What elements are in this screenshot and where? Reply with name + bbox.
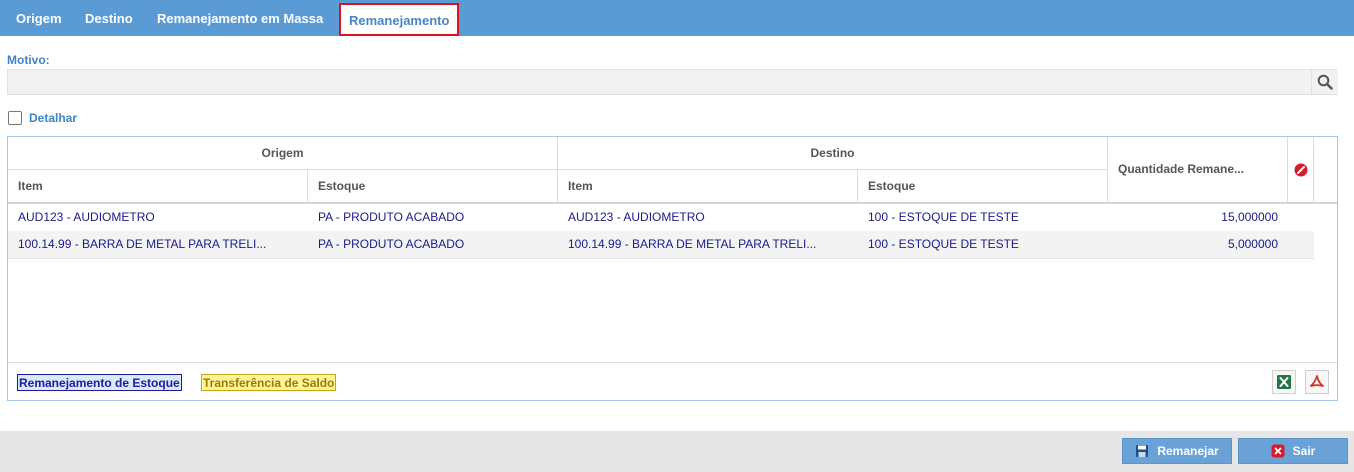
cell-quantidade: 5,000000 (1227, 237, 1278, 251)
column-origem-estoque[interactable]: Estoque (308, 170, 557, 202)
cell-destino-item: 100.14.99 - BARRA DE METAL PARA TRELI... (568, 237, 817, 251)
cell-destino-item: AUD123 - AUDIOMETRO (568, 210, 705, 224)
tab-destino[interactable]: Destino (85, 0, 133, 36)
tab-remanejamento-em-massa[interactable]: Remanejamento em Massa (157, 0, 323, 36)
pdf-icon (1310, 375, 1324, 387)
close-icon (1271, 444, 1285, 458)
export-excel-button[interactable] (1272, 370, 1296, 394)
cell-destino-estoque: 100 - ESTOQUE DE TESTE (868, 237, 1019, 251)
legend-transferencia-saldo: Transferência de Saldo (201, 374, 337, 391)
column-destino-item[interactable]: Item (558, 170, 857, 202)
detalhar-label[interactable]: Detalhar (29, 111, 77, 125)
column-origem-item[interactable]: Item (8, 170, 307, 202)
header-quantidade[interactable]: Quantidade Remane... (1108, 137, 1287, 202)
cell-origem-item: AUD123 - AUDIOMETRO (18, 210, 155, 224)
tab-remanejamento[interactable]: Remanejamento (339, 3, 459, 36)
remanejar-button[interactable]: Remanejar (1122, 438, 1232, 464)
tab-origem[interactable]: Origem (16, 0, 62, 36)
remanejamento-grid: Origem Destino Quantidade Remane... Item… (7, 136, 1338, 401)
cell-origem-item: 100.14.99 - BARRA DE METAL PARA TRELI... (18, 237, 267, 251)
table-row[interactable]: AUD123 - AUDIOMETRO PA - PRODUTO ACABADO… (8, 204, 1314, 231)
cell-destino-estoque: 100 - ESTOQUE DE TESTE (868, 210, 1019, 224)
edit-icon (1294, 163, 1307, 176)
sair-label: Sair (1292, 444, 1316, 458)
table-row[interactable]: 100.14.99 - BARRA DE METAL PARA TRELI...… (8, 231, 1314, 259)
cell-quantidade: 15,000000 (1221, 210, 1278, 224)
motivo-search-button[interactable] (1311, 70, 1338, 94)
excel-icon (1277, 375, 1291, 389)
legend-remanejamento-estoque: Remanejamento de Estoque (17, 374, 182, 391)
save-icon (1136, 445, 1149, 457)
remanejar-label: Remanejar (1157, 444, 1219, 458)
column-destino-estoque[interactable]: Estoque (858, 170, 1107, 202)
tab-bar: Origem Destino Remanejamento em Massa Re… (0, 0, 1354, 36)
detalhar-checkbox[interactable] (8, 111, 22, 125)
cell-origem-estoque: PA - PRODUTO ACABADO (318, 210, 465, 224)
cell-origem-estoque: PA - PRODUTO ACABADO (318, 237, 465, 251)
motivo-label: Motivo: (7, 53, 50, 67)
header-destino: Destino (558, 137, 1107, 169)
header-action[interactable] (1288, 137, 1313, 202)
motivo-input[interactable] (7, 69, 1337, 95)
header-origem: Origem (8, 137, 557, 169)
export-pdf-button[interactable] (1305, 370, 1329, 394)
sair-button[interactable]: Sair (1238, 438, 1348, 464)
search-icon (1317, 74, 1333, 90)
